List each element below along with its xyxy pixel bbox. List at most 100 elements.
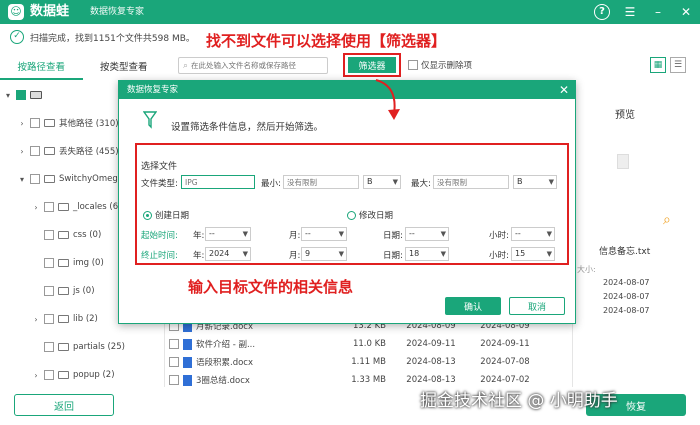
tree-item[interactable]: img (0)	[44, 256, 104, 270]
end-month-select[interactable]: 9 ▼	[301, 247, 347, 261]
chevron-down-icon: ▼	[242, 250, 248, 258]
min-unit-select[interactable]: B ▼	[363, 175, 401, 189]
start-time-label: 起始时间:	[141, 231, 178, 241]
tree-item-label: lib (2)	[73, 314, 98, 324]
tree-checkbox[interactable]	[44, 370, 54, 380]
tree-checkbox[interactable]	[44, 314, 54, 324]
file-row[interactable]: 语段积累.docx 1.11 MB 2024-08-13 2024-07-08	[165, 354, 572, 370]
tree-item[interactable]: › 丢失路径 (455)	[18, 144, 119, 158]
app-name: 数据蛙	[30, 4, 70, 19]
start-month-select[interactable]: -- ▼	[301, 227, 347, 241]
cancel-button[interactable]: 取消	[509, 297, 565, 315]
file-checkbox[interactable]	[169, 357, 179, 367]
tree-item[interactable]: css (0)	[44, 228, 101, 242]
file-checkbox[interactable]	[169, 339, 179, 349]
word-doc-icon	[183, 374, 192, 386]
max-unit-select[interactable]: B ▼	[513, 175, 557, 189]
menu-icon[interactable]: ☰	[622, 4, 638, 20]
list-view-icon[interactable]: ☰	[670, 57, 686, 73]
tree-checkbox[interactable]	[30, 118, 40, 128]
folder-icon	[58, 315, 69, 323]
tree-item-label: partials (25)	[73, 342, 125, 352]
dialog-header: 数据恢复专家 ✕	[119, 81, 575, 99]
tree-item[interactable]: partials (25)	[44, 340, 125, 354]
back-button[interactable]: 返回	[14, 394, 114, 416]
tab-by-type[interactable]: 按类型查看	[83, 58, 166, 80]
tree-item[interactable]: › popup (2)	[32, 368, 115, 382]
tree-item[interactable]: › 其他路径 (310)	[18, 116, 119, 130]
folder-icon	[44, 147, 55, 155]
meta-value: 2024-08-07	[603, 292, 650, 301]
modified-date-radio[interactable]	[347, 211, 356, 220]
expand-icon[interactable]: ›	[18, 119, 26, 128]
collapse-icon[interactable]: ▾	[18, 175, 26, 184]
tree-item-label: img (0)	[73, 258, 104, 268]
tree-item-label: popup (2)	[73, 370, 115, 380]
start-year-select[interactable]: -- ▼	[205, 227, 251, 241]
folder-icon	[44, 119, 55, 127]
meta-label: 大小:	[577, 265, 596, 274]
tree-checkbox[interactable]	[16, 90, 26, 100]
tree-item-label: css (0)	[73, 230, 102, 240]
grid-view-icon[interactable]: ▦	[650, 57, 666, 73]
tree-item[interactable]: › lib (2)	[32, 312, 98, 326]
filter-button[interactable]: 筛选器	[348, 57, 396, 73]
tree-drive[interactable]: ▾	[4, 88, 42, 102]
chevron-down-icon: ▼	[548, 178, 554, 186]
expand-icon[interactable]: ›	[18, 147, 26, 156]
tree-checkbox[interactable]	[44, 342, 54, 352]
tree-item-label: SwitchyOmega	[59, 174, 123, 184]
end-hour-select[interactable]: 15 ▼	[511, 247, 555, 261]
minimize-icon[interactable]: –	[650, 4, 666, 20]
start-year-value: --	[209, 229, 215, 238]
start-day-select[interactable]: -- ▼	[405, 227, 449, 241]
file-created: 2024-08-13	[406, 357, 456, 367]
check-icon: ✓	[10, 30, 24, 44]
tree-checkbox[interactable]	[44, 258, 54, 268]
created-date-radio[interactable]	[143, 211, 152, 220]
tree-item[interactable]: › _locales (6)	[32, 200, 121, 214]
app-header: ☺ 数据蛙 数据恢复专家 ? ☰ – ✕	[0, 0, 700, 24]
red-arrow-icon	[375, 79, 400, 120]
annotation-middle: 输入目标文件的相关信息	[188, 278, 354, 296]
tree-item[interactable]: js (0)	[44, 284, 95, 298]
help-icon[interactable]: ?	[594, 4, 610, 20]
start-hour-select[interactable]: -- ▼	[511, 227, 555, 241]
meta-row: 2024-08-07	[577, 278, 650, 287]
max-size-input[interactable]	[433, 175, 509, 189]
confirm-button[interactable]: 确认	[445, 297, 501, 315]
min-size-input[interactable]	[283, 175, 359, 189]
expand-icon[interactable]: ›	[32, 203, 40, 212]
expand-icon[interactable]: ›	[32, 371, 40, 380]
tree-item[interactable]: ▾ SwitchyOmega	[18, 172, 123, 186]
file-modified: 2024-07-02	[480, 375, 530, 385]
start-hour-value: --	[515, 229, 521, 238]
deleted-only-checkbox[interactable]	[408, 60, 418, 70]
word-doc-icon	[183, 356, 192, 368]
file-name: 3圈总结.docx	[196, 376, 250, 386]
tree-checkbox[interactable]	[44, 230, 54, 240]
tree-checkbox[interactable]	[44, 286, 54, 296]
collapse-icon[interactable]: ▾	[4, 91, 12, 100]
close-icon[interactable]: ✕	[559, 82, 569, 98]
tree-checkbox[interactable]	[44, 202, 54, 212]
tree-checkbox[interactable]	[30, 146, 40, 156]
close-icon[interactable]: ✕	[678, 4, 694, 20]
search-input[interactable]	[191, 61, 312, 70]
funnel-icon	[143, 111, 157, 129]
end-day-select[interactable]: 18 ▼	[405, 247, 449, 261]
file-checkbox[interactable]	[169, 375, 179, 385]
year-label: 年:	[193, 231, 205, 241]
file-type-input[interactable]	[181, 175, 255, 189]
filter-criteria-highlight	[135, 143, 569, 265]
end-year-value: 2024	[209, 249, 230, 258]
expand-icon[interactable]: ›	[32, 315, 40, 324]
file-row[interactable]: 软件介绍 - 副... 11.0 KB 2024-09-11 2024-09-1…	[165, 336, 572, 352]
end-year-select[interactable]: 2024 ▼	[205, 247, 251, 261]
tab-by-path[interactable]: 按路径查看	[0, 58, 83, 80]
max-unit-value: B	[517, 177, 523, 186]
zoom-icon[interactable]: ⌕	[663, 212, 671, 228]
tree-checkbox[interactable]	[30, 174, 40, 184]
deleted-only-toggle[interactable]: 仅显示删除项	[408, 59, 472, 71]
chevron-down-icon: ▼	[440, 230, 446, 238]
